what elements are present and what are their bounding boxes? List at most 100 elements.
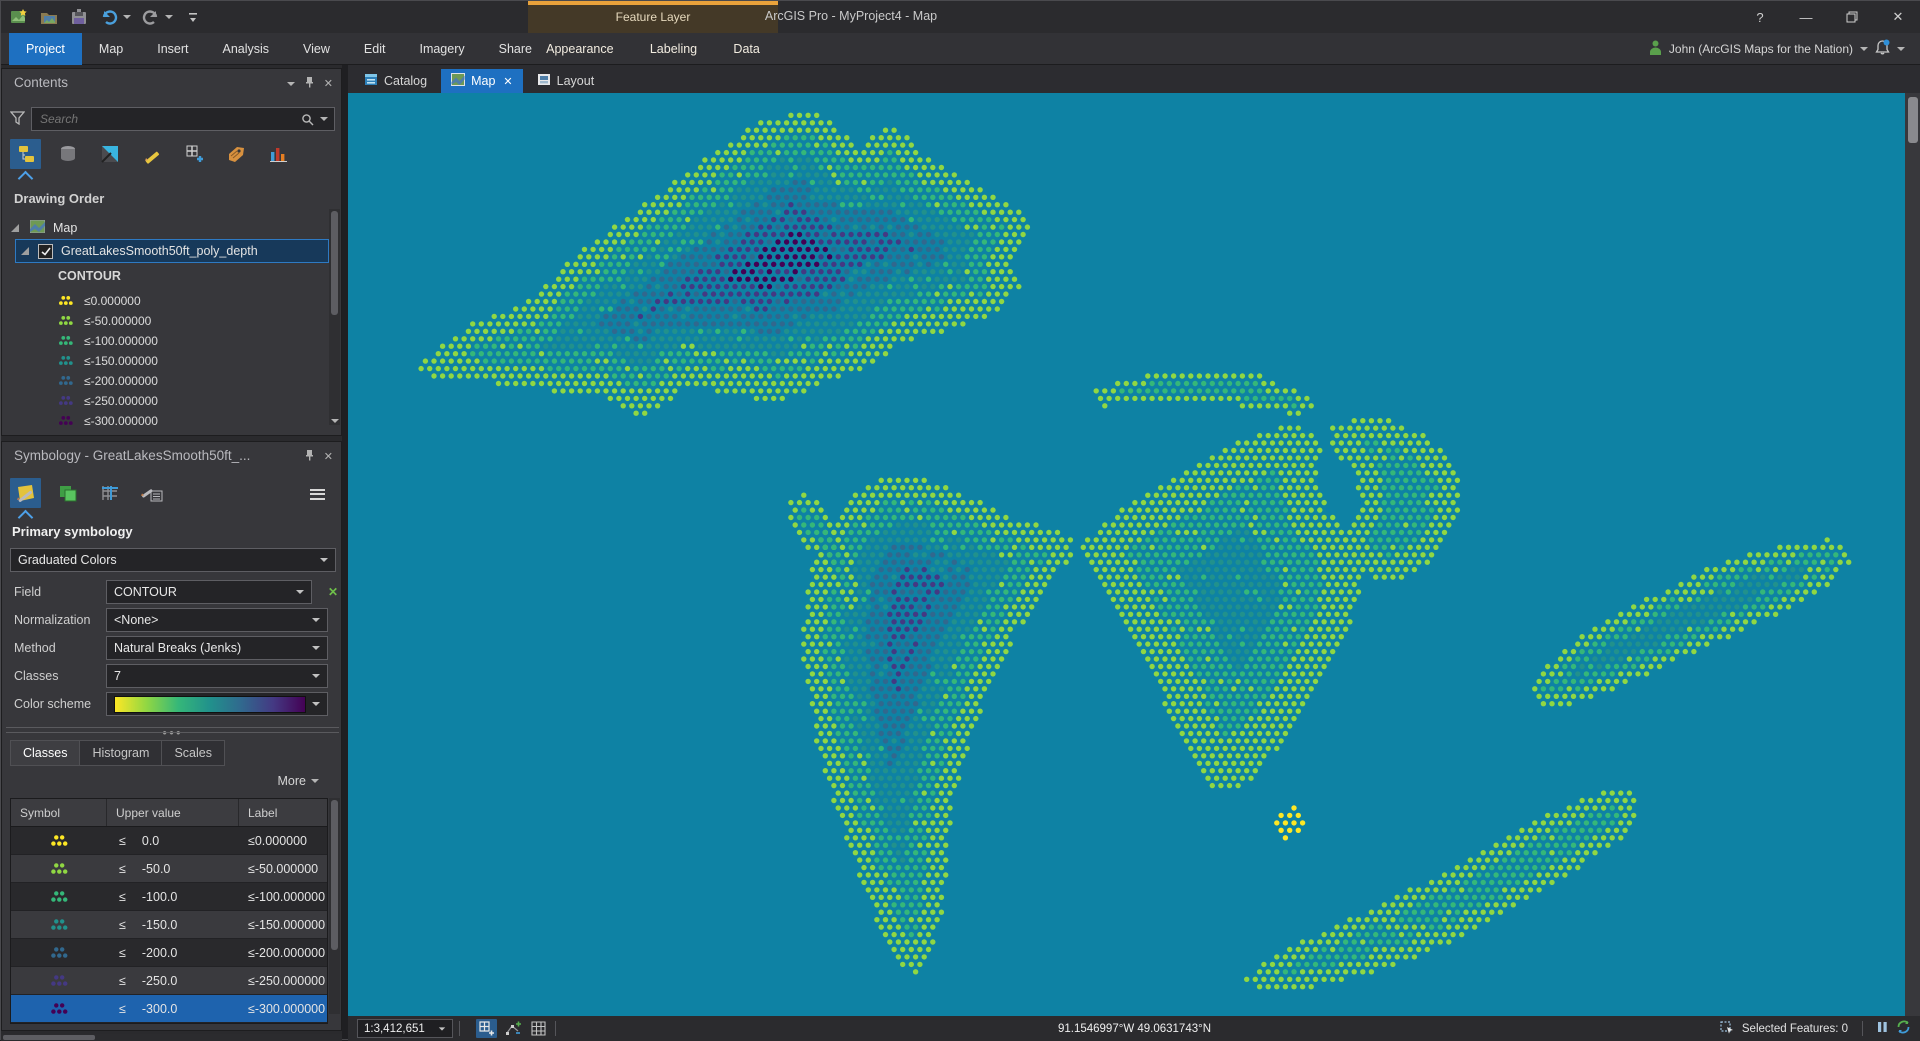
map-scale-dropdown[interactable]: 1:3,412,651 [357,1019,453,1038]
contents-scrollbar[interactable] [329,209,340,425]
filter-icon[interactable] [10,111,25,128]
vary-symbology-by-attribute-icon[interactable] [52,478,83,508]
class-row[interactable]: ≤-100.0≤-100.000000 [11,883,327,911]
pin-icon[interactable] [304,76,315,91]
list-by-snapping-button[interactable] [178,139,209,169]
list-by-editing-button[interactable] [136,139,167,169]
symbol-column-header[interactable]: Symbol [11,799,107,826]
scroll-down-arrow[interactable] [331,419,339,423]
format-symbols-icon[interactable] [136,478,167,508]
grid-add-tool-icon[interactable] [476,1019,497,1038]
class-row[interactable]: ≤-150.0≤-150.000000 [11,911,327,939]
view-tab-catalog[interactable]: Catalog [354,69,437,93]
symbology-tab-classes[interactable]: Classes [10,740,79,766]
pane-splitter[interactable]: ●●● [2,726,343,734]
ribbon-tab-analysis[interactable]: Analysis [206,33,287,65]
ribbon-tab-insert[interactable]: Insert [140,33,205,65]
redo-button[interactable] [141,7,161,27]
search-icon[interactable] [301,113,314,126]
class-label[interactable]: ≤-150.000000 [239,911,327,938]
legend-item[interactable]: ≤-250.000000 [2,391,341,411]
class-upper-value[interactable]: ≤-50.0 [107,855,239,882]
class-upper-value[interactable]: ≤-150.0 [107,911,239,938]
list-by-drawing-order-button[interactable] [10,139,41,169]
legend-item[interactable]: ≤0.000000 [2,291,341,311]
class-row[interactable]: ≤-250.0≤-250.000000 [11,967,327,995]
ribbon-tab-project[interactable]: Project [9,33,82,65]
class-row[interactable]: ≤-50.0≤-50.000000 [11,855,327,883]
cursor-coordinates[interactable]: 91.1546997°W 49.0631743°N [1058,1023,1211,1035]
class-label[interactable]: ≤-250.000000 [239,967,327,994]
class-symbol[interactable] [11,855,107,882]
list-by-data-source-button[interactable] [52,139,83,169]
symbology-tab-histogram[interactable]: Histogram [79,740,161,766]
search-input[interactable] [38,111,301,127]
undo-button[interactable] [99,7,119,27]
open-project-icon[interactable] [39,7,59,27]
renderer-dropdown[interactable]: Graduated Colors [10,548,336,572]
class-label[interactable]: ≤-200.000000 [239,939,327,966]
class-upper-value[interactable]: ≤-200.0 [107,939,239,966]
minimize-button[interactable]: — [1783,1,1829,33]
class-label[interactable]: ≤-300.000000 [239,995,327,1022]
list-by-selection-button[interactable] [94,139,125,169]
method-dropdown[interactable]: Natural Breaks (Jenks) [106,636,328,660]
class-symbol[interactable] [11,911,107,938]
new-item-icon[interactable] [9,7,29,27]
class-label[interactable]: ≤-100.000000 [239,883,327,910]
set-expression-button[interactable]: ✕ [325,583,341,601]
pause-drawing-icon[interactable] [1877,1021,1888,1036]
class-row[interactable]: ≤-200.0≤-200.000000 [11,939,327,967]
class-symbol[interactable] [11,995,107,1022]
legend-item[interactable]: ≤-150.000000 [2,351,341,371]
class-upper-value[interactable]: ≤0.0 [107,827,239,854]
symbol-layer-drawing-icon[interactable] [94,478,125,508]
class-row[interactable]: ≤-300.0≤-300.000000 [11,995,327,1023]
map-canvas[interactable] [348,93,1905,1016]
customize-quick-access-button[interactable] [183,7,203,27]
view-tab-layout[interactable]: Layout [527,69,605,93]
refresh-map-icon[interactable] [1896,1020,1911,1037]
account-dropdown-caret[interactable] [1860,47,1868,51]
legend-item[interactable]: ≤-50.000000 [2,311,341,331]
close-pane-icon[interactable]: ✕ [324,77,333,90]
ribbon-tab-view[interactable]: View [286,33,347,65]
class-row[interactable]: ≤0.0≤0.000000 [11,827,327,855]
close-button[interactable]: ✕ [1875,1,1920,33]
contextual-tab-appearance[interactable]: Appearance [540,33,619,65]
close-tab-icon[interactable]: ✕ [503,75,512,88]
expander-icon[interactable] [11,224,19,232]
label-column-header[interactable]: Label [239,799,327,826]
restore-button[interactable] [1829,1,1875,33]
list-by-labeling-button[interactable] [220,139,251,169]
class-symbol[interactable] [11,827,107,854]
notifications-bell-icon[interactable] [1875,39,1890,58]
class-symbol[interactable] [11,883,107,910]
class-upper-value[interactable]: ≤-250.0 [107,967,239,994]
ribbon-collapse-caret[interactable] [1897,47,1905,51]
more-button[interactable]: More [278,774,319,788]
search-options-caret[interactable] [320,117,328,121]
legend-item[interactable]: ≤-300.000000 [2,411,341,431]
legend-item[interactable]: ≤-100.000000 [2,331,341,351]
class-upper-value[interactable]: ≤-300.0 [107,995,239,1022]
symbology-scrollbar[interactable] [329,798,340,1014]
pane-menu-caret[interactable] [287,82,295,86]
primary-symbology-tab-icon[interactable] [10,478,41,508]
class-label[interactable]: ≤-50.000000 [239,855,327,882]
ribbon-tab-map[interactable]: Map [82,33,140,65]
symbology-tab-scales[interactable]: Scales [161,740,225,766]
ribbon-tab-imagery[interactable]: Imagery [402,33,481,65]
class-symbol[interactable] [11,939,107,966]
normalization-dropdown[interactable]: <None> [106,608,328,632]
layer-name-label[interactable]: GreatLakesSmooth50ft_poly_depth [61,244,258,258]
contextual-tab-labeling[interactable]: Labeling [644,33,703,65]
classes-dropdown[interactable]: 7 [106,664,328,688]
class-symbol[interactable] [11,967,107,994]
account-name[interactable]: John (ArcGIS Maps for the Nation) [1669,42,1853,56]
map-node-label[interactable]: Map [53,221,77,235]
upper-value-column-header[interactable]: Upper value [107,799,239,826]
edit-vertices-tool-icon[interactable] [502,1019,523,1038]
close-pane-icon[interactable]: ✕ [324,450,333,463]
pin-icon[interactable] [304,449,315,464]
